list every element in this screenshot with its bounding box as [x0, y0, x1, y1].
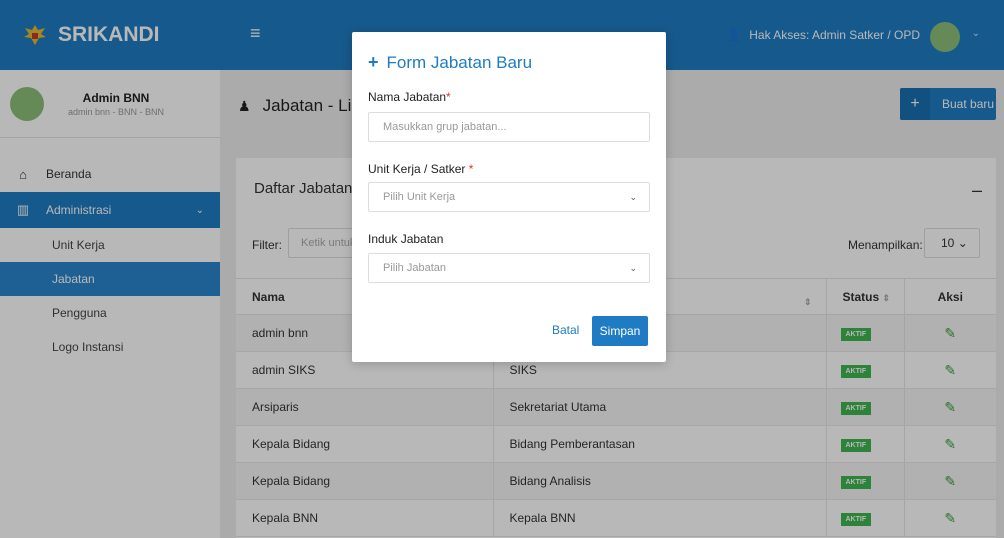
select-placeholder: Pilih Jabatan — [383, 262, 446, 274]
plus-icon: + — [368, 52, 379, 72]
required-marker: * — [468, 162, 474, 176]
unit-kerja-select[interactable]: Pilih Unit Kerja ⌄ — [368, 182, 650, 212]
save-button[interactable]: Simpan — [592, 316, 648, 346]
chevron-down-icon: ⌄ — [629, 263, 637, 273]
cancel-button[interactable]: Batal — [552, 323, 579, 337]
label-text: Nama Jabatan — [368, 90, 447, 104]
nama-jabatan-label: Nama Jabatan* — [368, 90, 451, 104]
nama-jabatan-input[interactable]: Masukkan grup jabatan... — [368, 112, 650, 142]
induk-jabatan-select[interactable]: Pilih Jabatan ⌄ — [368, 253, 650, 283]
chevron-down-icon: ⌄ — [629, 192, 637, 202]
form-jabatan-modal: + Form Jabatan Baru Nama Jabatan* Masukk… — [352, 32, 666, 362]
modal-title-text: Form Jabatan Baru — [386, 52, 533, 72]
required-marker: * — [446, 90, 451, 104]
label-text: Unit Kerja / Satker — [368, 162, 466, 176]
modal-title: + Form Jabatan Baru — [368, 52, 532, 73]
unit-kerja-label: Unit Kerja / Satker * — [368, 162, 473, 176]
induk-jabatan-label: Induk Jabatan — [368, 232, 444, 246]
select-placeholder: Pilih Unit Kerja — [383, 191, 456, 203]
